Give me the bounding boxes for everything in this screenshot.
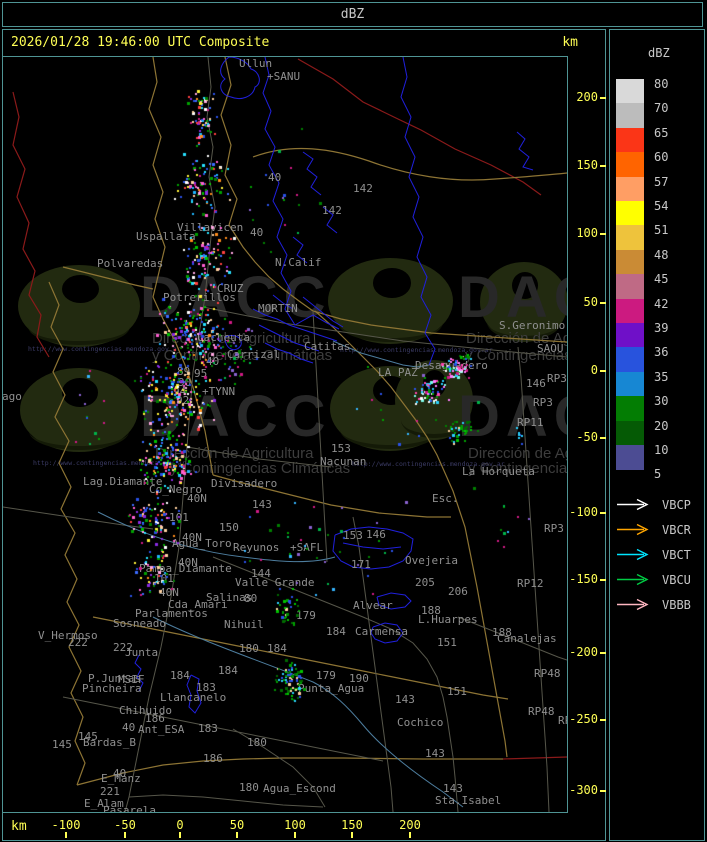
y-axis-tick-label: -50 xyxy=(576,430,598,444)
legend-item-label: VBCT xyxy=(662,548,691,562)
colorbar-label: 80 xyxy=(654,77,669,91)
x-axis-tick xyxy=(409,832,411,838)
map-box: DACCDACCDACCDACCDirección de Agricultura… xyxy=(2,56,568,813)
y-axis: 200 150 100 50 0 -50 -100 -150 -200 -250 -300 xyxy=(569,56,606,813)
colorbar-label: 20 xyxy=(654,418,669,433)
colorbar-block xyxy=(616,274,644,300)
colorbar-block xyxy=(616,225,644,251)
x-axis-tick-label: 100 xyxy=(284,818,306,832)
colorbar-block xyxy=(616,79,644,104)
colorbar-label: 54 xyxy=(654,199,669,213)
colorbar-block xyxy=(616,347,644,373)
y-axis-tick-label: 100 xyxy=(576,226,598,240)
y-axis-tick-label: -300 xyxy=(569,783,598,797)
timestamp-text: 2026/01/28 19:46:00 UTC Composite xyxy=(11,35,270,50)
colorbar-label: 10 xyxy=(654,443,669,457)
x-axis-tick xyxy=(351,832,353,838)
x-axis-tick-label: 50 xyxy=(229,818,245,832)
y-axis-tick-label: -150 xyxy=(569,572,598,586)
y-axis-tick xyxy=(600,302,606,304)
legend-item-label: VBBB xyxy=(662,598,691,612)
colorbar-block xyxy=(616,176,644,202)
colorbar-label: 45 xyxy=(654,272,669,287)
y-axis-tick xyxy=(600,719,606,721)
x-axis-tick-label: -50 xyxy=(114,818,136,832)
y-axis-tick xyxy=(600,512,606,514)
y-axis-tick xyxy=(600,233,606,235)
y-axis-tick-label: 150 xyxy=(576,158,598,172)
colorbar-panel: dBZ 80 70 65 60 57 54 51 48 45 42 39 36 35 30 20 10 5 VB… xyxy=(609,29,705,841)
x-axis-tick xyxy=(236,832,238,838)
colorbar-label: 57 xyxy=(654,174,669,189)
x-axis-tick xyxy=(294,832,296,838)
y-axis-tick xyxy=(600,165,606,167)
map-content: DACCDACCDACCDACCDirección de Agricultura… xyxy=(3,57,567,812)
km-unit-bottom: km xyxy=(11,819,27,834)
colorbar-block xyxy=(616,103,644,129)
colorbar-label: 35 xyxy=(654,369,669,384)
y-axis-tick-label: 0 xyxy=(590,363,598,377)
radar-echoes-layer xyxy=(3,57,567,812)
legend-item-label: VBCP xyxy=(662,498,691,512)
colorbar-label: 65 xyxy=(654,125,669,140)
y-axis-tick xyxy=(600,579,606,581)
colorbar-label: 60 xyxy=(654,150,669,165)
y-axis-tick-label: 50 xyxy=(583,295,598,309)
colorbar-label: 48 xyxy=(654,247,669,262)
y-axis-tick-label: 200 xyxy=(576,90,598,104)
y-axis-tick-label: -100 xyxy=(569,505,598,519)
x-axis: km -100 -50 0 50 100 150 200 xyxy=(3,814,604,840)
colorbar-block xyxy=(616,396,644,422)
x-axis-tick-label: 150 xyxy=(341,818,363,832)
y-axis-tick xyxy=(600,790,606,792)
colorbar-block xyxy=(616,420,644,446)
colorbar-label: 51 xyxy=(654,223,669,238)
colorbar-block xyxy=(616,323,644,348)
legend-item: VBCT xyxy=(616,548,700,562)
colorbar-block xyxy=(616,445,644,470)
legend-item: VBCP xyxy=(616,498,700,512)
y-axis-tick-label: -200 xyxy=(569,645,598,659)
colorbar-label: 39 xyxy=(654,321,669,335)
title-text: dBZ xyxy=(340,7,365,22)
km-unit-top: km xyxy=(562,35,578,50)
x-axis-tick xyxy=(179,832,181,838)
x-axis-tick-label: 0 xyxy=(176,818,184,832)
colorbar-label: 5 xyxy=(654,467,662,482)
colorbar-block xyxy=(616,249,644,275)
legend-item-label: VBCR xyxy=(662,523,691,537)
timestamp-row: 2026/01/28 19:46:00 UTC Composite km xyxy=(3,31,604,55)
legend-item: VBCR xyxy=(616,523,700,537)
legend-item: VBCU xyxy=(616,573,700,587)
colorbar-block xyxy=(616,152,644,178)
y-axis-tick xyxy=(600,652,606,654)
colorbar-block xyxy=(616,298,644,324)
colorbar-block xyxy=(616,127,644,153)
colorbar-block xyxy=(616,371,644,397)
legend-item-label: VBCU xyxy=(662,573,691,587)
y-axis-tick xyxy=(600,370,606,372)
colorbar-label: 30 xyxy=(654,394,669,409)
y-axis-tick xyxy=(600,437,606,439)
colorbar-label: 70 xyxy=(654,101,669,116)
x-axis-tick xyxy=(65,832,67,838)
x-axis-tick-label: -100 xyxy=(51,818,81,832)
legend-item: VBBB xyxy=(616,598,700,612)
colorbar-label: 36 xyxy=(654,345,669,360)
app-window: dBZ 2026/01/28 19:46:00 UTC Composite km… xyxy=(0,0,707,842)
x-axis-tick-label: 200 xyxy=(399,818,421,832)
colorbar-label: 42 xyxy=(654,296,669,311)
y-axis-tick-label: -250 xyxy=(569,712,598,726)
y-axis-tick xyxy=(600,97,606,99)
x-axis-tick xyxy=(124,832,126,838)
colorbar-block xyxy=(616,201,644,226)
colorbar-title: dBZ xyxy=(648,46,670,60)
title-bar: dBZ xyxy=(2,2,703,27)
